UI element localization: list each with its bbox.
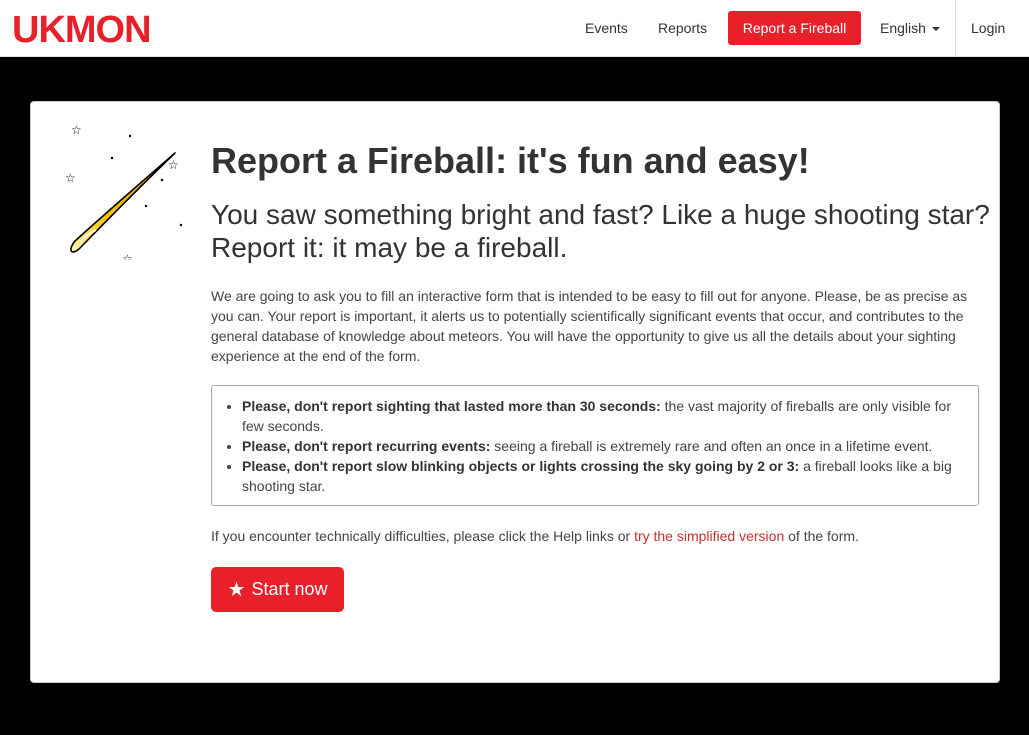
warnings-list: Please, don't report sighting that laste… bbox=[212, 396, 978, 496]
page-subtitle: You saw something bright and fast? Like … bbox=[211, 199, 990, 263]
start-now-button[interactable]: ★ Start now bbox=[211, 567, 344, 612]
svg-text:☆: ☆ bbox=[168, 158, 179, 172]
page-title: Report a Fireball: it's fun and easy! bbox=[211, 140, 810, 181]
language-label: English bbox=[880, 20, 926, 36]
help-text: If you encounter technically difficultie… bbox=[211, 526, 859, 546]
shooting-star-icon: ☆ ☆ ☆ ☆ bbox=[65, 123, 183, 260]
nav-events-link[interactable]: Events bbox=[585, 0, 628, 57]
help-text-before: If you encounter technically difficultie… bbox=[211, 528, 635, 544]
warning-text: seeing a fireball is extremely rare and … bbox=[490, 438, 933, 454]
warning-item: Please, don't report sighting that laste… bbox=[242, 396, 958, 436]
main-card: ☆ ☆ ☆ ☆ Report a Fireball: it's fun and … bbox=[30, 101, 1000, 683]
intro-paragraph: We are going to ask you to fill an inter… bbox=[211, 288, 968, 364]
simplified-version-link[interactable]: try the simplified version bbox=[634, 528, 784, 544]
nav-report-fireball-button[interactable]: Report a Fireball bbox=[728, 11, 861, 45]
warning-item: Please, don't report recurring events: s… bbox=[242, 436, 958, 456]
star-icon: ★ bbox=[227, 578, 246, 601]
nav-divider bbox=[955, 0, 956, 57]
ukmon-logo[interactable]: UKMON bbox=[12, 7, 152, 53]
warnings-box: Please, don't report sighting that laste… bbox=[211, 385, 979, 506]
warning-bold: Please, don't report slow blinking objec… bbox=[242, 458, 800, 474]
warning-bold: Please, don't report sighting that laste… bbox=[242, 398, 661, 414]
warning-item: Please, don't report slow blinking objec… bbox=[242, 456, 958, 496]
svg-text:☆: ☆ bbox=[122, 252, 133, 260]
logo-text: UKMON bbox=[12, 8, 152, 51]
warning-bold: Please, don't report recurring events: bbox=[242, 438, 491, 454]
nav-login-link[interactable]: Login bbox=[971, 0, 1005, 57]
start-now-label: Start now bbox=[251, 579, 328, 599]
caret-down-icon bbox=[931, 27, 940, 32]
nav-reports-link[interactable]: Reports bbox=[658, 0, 707, 57]
top-navbar: UKMON Events Reports Report a Fireball E… bbox=[0, 0, 1029, 57]
language-dropdown[interactable]: English bbox=[880, 0, 940, 57]
help-text-after: of the form. bbox=[784, 528, 859, 544]
svg-text:☆: ☆ bbox=[71, 123, 82, 137]
svg-text:☆: ☆ bbox=[65, 171, 76, 185]
